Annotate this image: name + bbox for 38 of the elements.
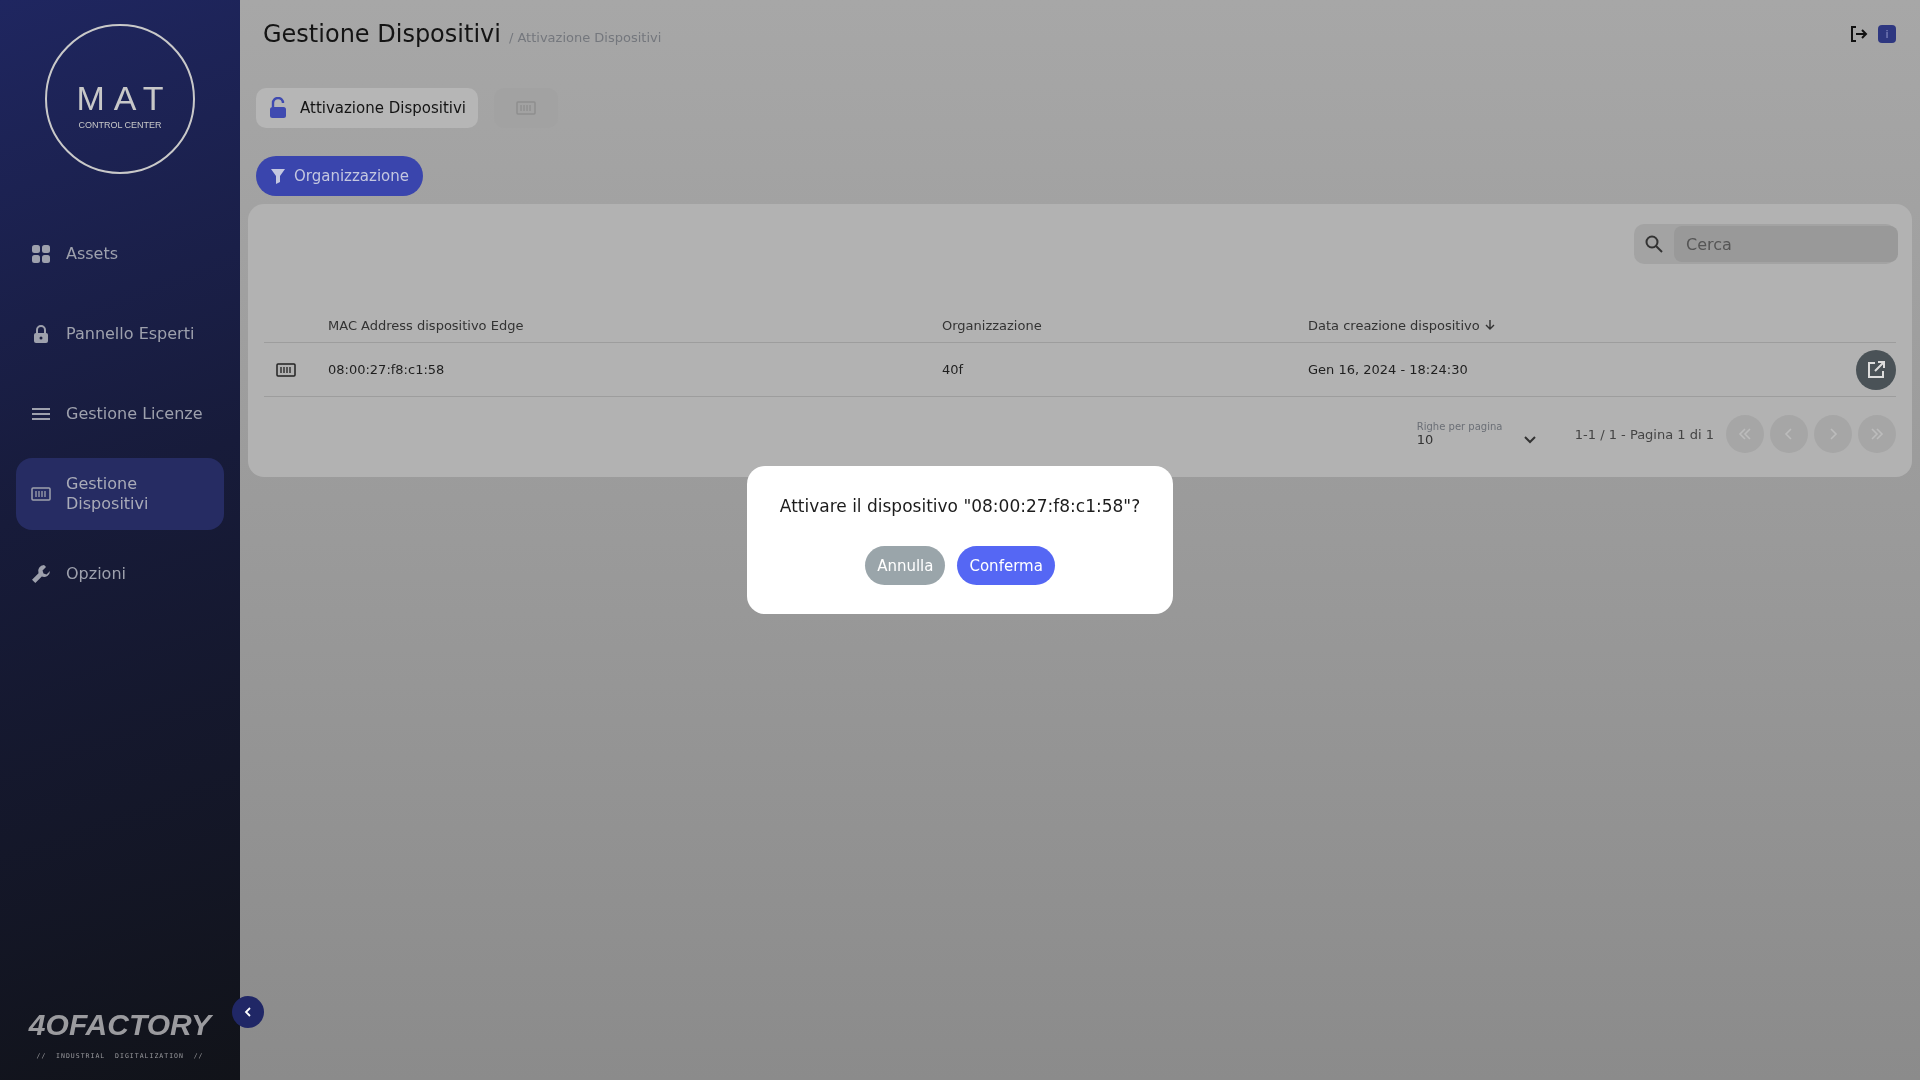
- column-header: Organizzazione: [942, 317, 1043, 333]
- confirm-button[interactable]: Conferma: [957, 546, 1055, 585]
- device-icon: [30, 487, 52, 501]
- open-external-icon: [1866, 359, 1886, 380]
- page-title: Gestione Dispositivi: [263, 20, 501, 48]
- column-header: MAC Address dispositivo Edge: [328, 317, 525, 333]
- rows-per-page-select[interactable]: Righe per pagina 10: [1416, 421, 1537, 447]
- unlocked-padlock-icon: [268, 97, 288, 119]
- logout-button[interactable]: [1848, 24, 1868, 44]
- search-field[interactable]: Cerca: [1634, 224, 1896, 264]
- sidebar-item[interactable]: Assets: [16, 218, 224, 290]
- sort-down-arrow-icon: [1483, 319, 1496, 331]
- sidebar-item[interactable]: Pannello Esperti: [16, 298, 224, 370]
- chevron-left-icon: [242, 1006, 254, 1018]
- open-external-button[interactable]: [1856, 349, 1896, 390]
- rows-per-page-value: 10: [1416, 432, 1434, 447]
- grid-icon: [30, 244, 52, 264]
- tab[interactable]: Attivazione Dispositivi: [256, 88, 479, 128]
- logout-icon: [1848, 24, 1868, 44]
- wrench-icon: [30, 563, 52, 585]
- device-icon: [276, 362, 296, 377]
- logo-text: MAT: [75, 78, 173, 118]
- column-header[interactable]: Data creazione dispositivo: [1308, 317, 1480, 333]
- logo-subtitle: CONTROL CENTER: [78, 119, 162, 130]
- sidebar-item[interactable]: Opzioni: [16, 538, 224, 610]
- brand-logo-text: 4OFACTORY: [28, 1008, 212, 1042]
- table-cell-text: Gen 16, 2024 - 18:24:30: [1308, 362, 1469, 377]
- table-cell-text: 08:00:27:f8:c1:58: [328, 362, 446, 377]
- page-range-text: 1-1 / 1 - Pagina 1 di 1: [1574, 426, 1714, 442]
- filter-icon: [270, 168, 286, 184]
- sidebar-item[interactable]: Gestione Dispositivi: [16, 458, 224, 530]
- collapse-button[interactable]: [232, 996, 264, 1028]
- rows-per-page-label: Righe per pagina: [1416, 421, 1504, 432]
- table-cell-text: 40f: [942, 362, 965, 377]
- search-icon: [1644, 234, 1664, 254]
- dialog-message: Attivare il dispositivo "08:00:27:f8:c1:58"?: [779, 496, 1141, 516]
- filter-button[interactable]: Organizzazione: [256, 156, 423, 196]
- sidebar-item[interactable]: Gestione Licenze: [16, 378, 224, 450]
